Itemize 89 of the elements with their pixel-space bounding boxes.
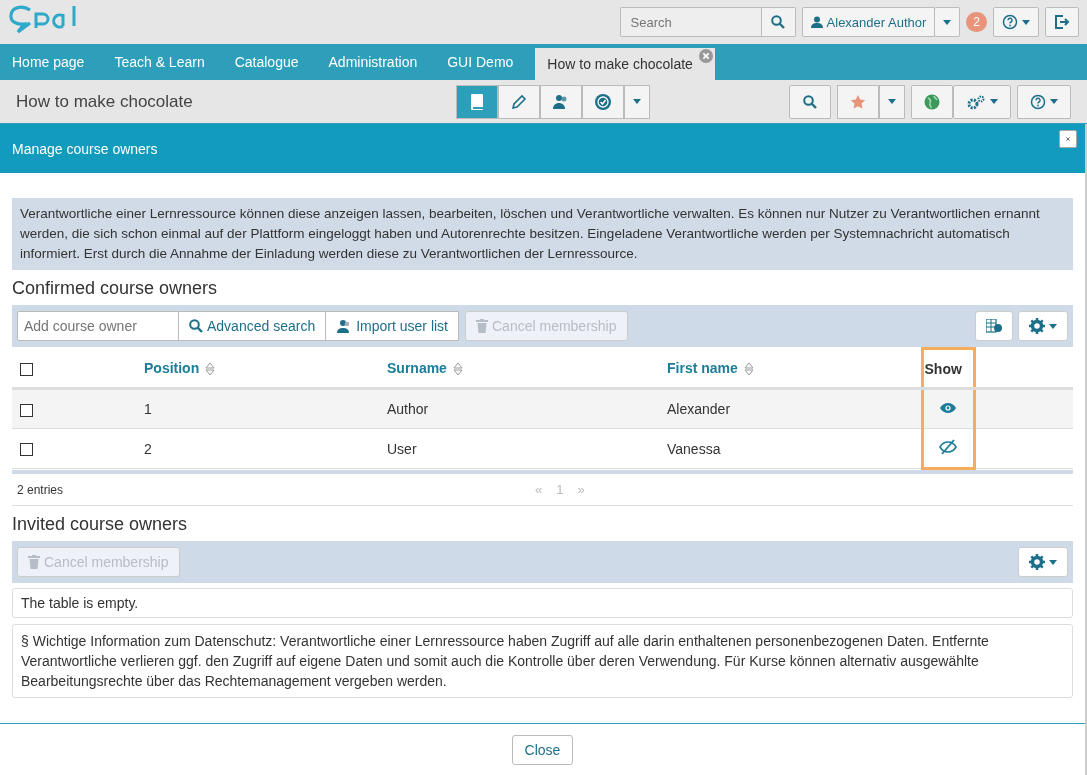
- caret-icon: [990, 99, 998, 104]
- nav-tab[interactable]: Teach & Learn: [102, 44, 217, 80]
- notification-badge[interactable]: 2: [966, 12, 987, 32]
- settings-button[interactable]: [1018, 547, 1068, 577]
- nav-tab[interactable]: GUI Demo: [435, 44, 526, 80]
- section-title: Confirmed course owners: [12, 278, 219, 299]
- settings-icon: [1029, 318, 1045, 334]
- visibility-toggle[interactable]: [939, 438, 957, 455]
- close-button[interactable]: Close: [511, 734, 574, 765]
- column-header[interactable]: Position: [144, 359, 200, 376]
- column-header[interactable]: First name: [667, 359, 738, 376]
- gears-icon: [966, 93, 986, 110]
- settings-button[interactable]: [1018, 311, 1068, 341]
- close-icon: [1066, 134, 1070, 144]
- toolbar-button[interactable]: [582, 84, 624, 119]
- visibility-toggle[interactable]: [939, 402, 957, 414]
- trash-icon: [28, 555, 40, 569]
- help-button[interactable]: [993, 7, 1039, 37]
- info-text: Verantwortliche einer Lernressource können diese anzeigen lassen, bearbeiten, löschen und Verantwortliche verwalten. Es können nur Nutzer zu Verantwortlichen ernannt werden, die sich schon einmal auf der Plattform eingeloggt haben und Autorenrechte besitzen. Eingeladene Verantwortliche werden per Systemnachricht automatisch informiert. Erst durch die Annahme der Einladung werden diese zu Verantwortlichen der Lernressource.: [12, 198, 1073, 270]
- user-menu-button[interactable]: Alexander Author: [801, 7, 936, 37]
- table-cell: 2: [144, 440, 152, 457]
- table-settings-icon: [986, 319, 1002, 333]
- entry-count: 2 entries: [17, 482, 64, 497]
- user-icon: [810, 16, 823, 28]
- search-icon: [189, 319, 203, 333]
- logout-icon: [1054, 14, 1070, 30]
- favorite-dropdown-button[interactable]: [879, 84, 905, 119]
- pagination-link[interactable]: «: [535, 482, 543, 497]
- user-dropdown-button[interactable]: [935, 7, 961, 37]
- pagination-link[interactable]: »: [577, 482, 585, 497]
- toolbar-button[interactable]: [456, 84, 498, 119]
- badge-icon: [594, 92, 612, 111]
- logout-button[interactable]: [1045, 7, 1079, 37]
- book-icon: [469, 92, 485, 111]
- trash-icon: [476, 319, 488, 333]
- empty-message: The table is empty.: [12, 588, 1073, 618]
- pencil-icon: [511, 93, 527, 110]
- toolbar-button[interactable]: Import user list: [326, 311, 459, 341]
- eye-icon: [939, 402, 957, 414]
- sort-icon[interactable]: [205, 361, 216, 376]
- help-button[interactable]: [1017, 84, 1071, 119]
- search-icon: [771, 15, 786, 29]
- settings-icon: [1029, 554, 1045, 570]
- star-icon: [850, 93, 866, 110]
- nav-tab[interactable]: Catalogue: [222, 44, 311, 80]
- toolbar-button[interactable]: [498, 84, 540, 119]
- table-cell: User: [387, 440, 417, 457]
- close-button[interactable]: [1059, 130, 1077, 148]
- add-owner-field[interactable]: Add course owner: [17, 311, 179, 341]
- caret-icon: [1049, 559, 1057, 565]
- caret-icon: [1050, 99, 1058, 104]
- table-settings-button[interactable]: [975, 311, 1013, 341]
- nav-tab[interactable]: Home page: [0, 44, 97, 80]
- column-header[interactable]: Surname: [387, 359, 447, 376]
- caret-icon: [633, 99, 641, 104]
- sort-icon[interactable]: [452, 361, 463, 376]
- course-title: How to make chocolate: [16, 91, 194, 112]
- dialog-title: Manage course owners: [12, 140, 158, 157]
- toolbar-button[interactable]: [624, 84, 650, 119]
- toolbar-button[interactable]: Advanced search: [179, 311, 327, 341]
- nav-tab[interactable]: Administration: [316, 44, 430, 80]
- help-icon: [1002, 14, 1018, 30]
- language-button[interactable]: [911, 84, 953, 119]
- caret-icon: [1022, 19, 1030, 25]
- checkbox[interactable]: [20, 403, 33, 417]
- checkbox[interactable]: [20, 362, 33, 376]
- table-cell: 1: [144, 401, 152, 417]
- table-cell: Alexander: [667, 401, 731, 417]
- tools-menu-button[interactable]: [953, 84, 1011, 119]
- sort-icon[interactable]: [743, 361, 754, 376]
- caret-icon: [1049, 323, 1057, 329]
- eye-slash-icon: [939, 438, 957, 455]
- caret-icon: [888, 99, 896, 104]
- checkbox[interactable]: [20, 443, 33, 457]
- help-icon: [1030, 93, 1046, 110]
- pagination-link[interactable]: 1: [556, 482, 564, 497]
- globe-icon: [924, 93, 940, 110]
- nav-tab[interactable]: How to make chocolate: [535, 48, 715, 80]
- privacy-notice: § Wichtige Information zum Datenschutz: Verantwortliche einer Lernressource haben Zugriff auf alle darin enthaltenen personenbezogenen Daten. Entfernte Verantwortliche verlieren ggf. den Zugriff auf eigene Daten und somit auch die Kontrolle über deren Verwendung. Für Kurse können alternativ ausgewählte Bearbeitungsrechte über das Rechtemanagement vergeben werden.: [12, 624, 1073, 698]
- table-cell: Vanessa: [667, 440, 721, 457]
- search-button[interactable]: [760, 8, 795, 36]
- search-icon: [803, 94, 817, 109]
- caret-icon: [943, 19, 952, 25]
- table-cell: Author: [387, 401, 429, 417]
- toolbar-button[interactable]: [540, 84, 582, 119]
- search-field[interactable]: Search: [619, 7, 796, 37]
- search-button[interactable]: [789, 84, 831, 119]
- close-icon[interactable]: [698, 49, 713, 63]
- section-title: Invited course owners: [12, 514, 189, 535]
